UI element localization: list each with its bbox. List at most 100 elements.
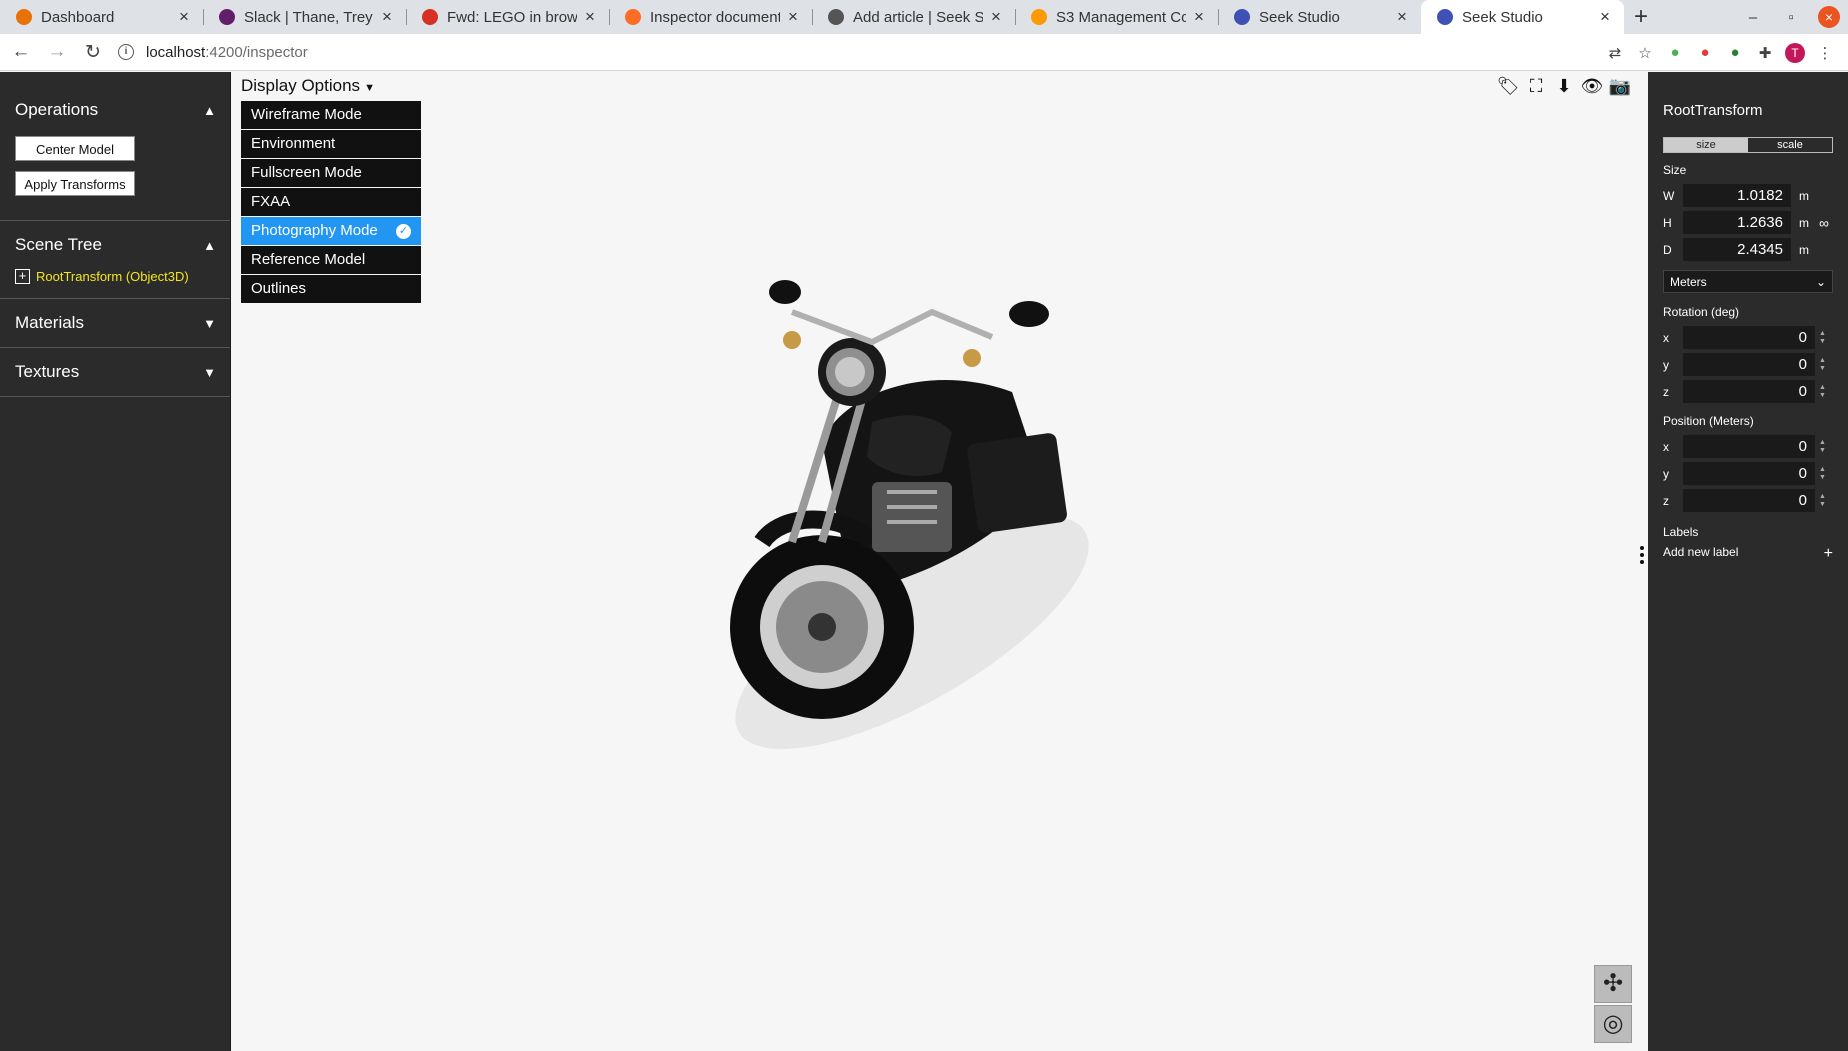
close-icon[interactable]: × bbox=[378, 7, 396, 27]
stepper-icon[interactable]: ▲ ▼ bbox=[1819, 439, 1829, 455]
menu-item-fullscreen[interactable]: Fullscreen Mode bbox=[241, 159, 421, 187]
rotation-y-row: y 0 ▲ ▼ bbox=[1663, 352, 1833, 377]
tab-dashboard[interactable]: Dashboard × bbox=[0, 0, 203, 34]
globe-icon[interactable]: ◎ bbox=[1594, 1005, 1632, 1043]
avatar[interactable]: T bbox=[1785, 42, 1805, 63]
new-tab-button[interactable]: + bbox=[1624, 0, 1658, 34]
rotation-label: Rotation (deg) bbox=[1663, 305, 1740, 319]
materials-header[interactable]: Materials ▼ bbox=[0, 299, 230, 347]
menu-item-wireframe[interactable]: Wireframe Mode bbox=[241, 101, 421, 129]
size-d-input[interactable]: 2.4345 bbox=[1683, 238, 1791, 261]
plus-icon[interactable]: + bbox=[1824, 545, 1833, 563]
maximize-icon[interactable]: ▫ bbox=[1772, 9, 1810, 26]
toggle-scale[interactable]: scale bbox=[1748, 138, 1832, 152]
download-icon[interactable]: ⬇ bbox=[1550, 76, 1578, 97]
link-icon[interactable]: ∞ bbox=[1819, 215, 1829, 231]
tab-add-article[interactable]: Add article | Seek Stu × bbox=[812, 0, 1015, 34]
menu-item-environment[interactable]: Environment bbox=[241, 130, 421, 158]
center-model-button[interactable]: Center Model bbox=[15, 136, 135, 161]
position-y-input[interactable]: 0 bbox=[1683, 462, 1815, 485]
rotation-y-input[interactable]: 0 bbox=[1683, 353, 1815, 376]
url-field[interactable]: i localhost:4200/inspector bbox=[118, 44, 308, 61]
close-icon[interactable]: × bbox=[1190, 7, 1208, 27]
position-x-input[interactable]: 0 bbox=[1683, 435, 1815, 458]
extensions-area: ⇄ ☆ ● ● ● ✚ T ⋮ bbox=[1600, 34, 1840, 71]
opera-ext-icon[interactable]: ● bbox=[1690, 44, 1720, 61]
size-d-row: D 2.4345 m bbox=[1663, 237, 1833, 262]
close-icon[interactable]: × bbox=[1393, 7, 1411, 27]
textures-header[interactable]: Textures ▼ bbox=[0, 348, 230, 396]
eye-icon[interactable]: 👁 bbox=[1578, 76, 1606, 97]
forward-icon[interactable]: → bbox=[42, 41, 72, 63]
chevron-down-icon: ▼ bbox=[203, 364, 216, 380]
panel-resize-handle[interactable] bbox=[1640, 546, 1644, 567]
close-icon[interactable]: × bbox=[987, 7, 1005, 27]
rotation-z-input[interactable]: 0 bbox=[1683, 380, 1815, 403]
close-icon[interactable]: × bbox=[581, 7, 599, 27]
scene-tree-header[interactable]: Scene Tree ▲ bbox=[0, 221, 230, 269]
tree-item-root[interactable]: + RootTransform (Object3D) bbox=[0, 269, 230, 298]
reload-icon[interactable]: ↻ bbox=[78, 41, 108, 64]
menu-dots-icon[interactable]: ⋮ bbox=[1810, 44, 1840, 62]
tab-slack[interactable]: Slack | Thane, Trey | S× bbox=[203, 0, 406, 34]
axes-icon[interactable]: ✣ bbox=[1594, 965, 1632, 1003]
tab-gmail[interactable]: Fwd: LEGO in browse× bbox=[406, 0, 609, 34]
back-icon[interactable]: ← bbox=[6, 41, 36, 63]
apply-transforms-button[interactable]: Apply Transforms bbox=[15, 171, 135, 196]
rotation-z-row: z 0 ▲ ▼ bbox=[1663, 379, 1833, 404]
close-icon[interactable]: × bbox=[784, 7, 802, 27]
color-ext-icon[interactable]: ● bbox=[1660, 44, 1690, 61]
toggle-size[interactable]: size bbox=[1664, 138, 1748, 152]
size-w-input[interactable]: 1.0182 bbox=[1683, 184, 1791, 207]
stepper-icon[interactable]: ▲ ▼ bbox=[1819, 493, 1829, 509]
info-icon[interactable]: i bbox=[118, 44, 134, 60]
textures-section: Textures ▼ bbox=[0, 348, 230, 397]
labels-label: Labels bbox=[1663, 525, 1699, 539]
size-scale-toggle: size scale bbox=[1663, 137, 1833, 153]
stepper-icon[interactable]: ▲ ▼ bbox=[1819, 384, 1829, 400]
viewport-toolbar: 🏷 ⛶ ⬇ 👁 📷 bbox=[1494, 76, 1634, 97]
rotation-x-input[interactable]: 0 bbox=[1683, 326, 1815, 349]
check-icon: ✓ bbox=[396, 223, 411, 239]
green-ext-icon[interactable]: ● bbox=[1720, 44, 1750, 61]
stepper-icon[interactable]: ▲ ▼ bbox=[1819, 466, 1829, 482]
menu-item-fxaa[interactable]: FXAA bbox=[241, 188, 421, 216]
size-h-input[interactable]: 1.2636 bbox=[1683, 211, 1791, 234]
seek-icon bbox=[1234, 9, 1250, 25]
3d-viewport[interactable]: Display Options ▼ Wireframe Mode Environm… bbox=[232, 72, 1648, 1051]
motorcycle-model[interactable] bbox=[672, 242, 1152, 802]
gmail-icon bbox=[422, 9, 438, 25]
position-y-row: y 0 ▲ ▼ bbox=[1663, 461, 1833, 486]
menu-item-outlines[interactable]: Outlines bbox=[241, 275, 421, 303]
minimize-icon[interactable]: – bbox=[1734, 9, 1772, 26]
slack-icon bbox=[219, 9, 235, 25]
chevron-up-icon: ▲ bbox=[203, 237, 216, 253]
tab-seek-studio[interactable]: Seek Studio × bbox=[1218, 0, 1421, 34]
tab-s3[interactable]: S3 Management Con × bbox=[1015, 0, 1218, 34]
menu-item-photography[interactable]: Photography Mode ✓ bbox=[241, 217, 421, 245]
window-close-icon[interactable]: × bbox=[1818, 6, 1840, 28]
stepper-icon[interactable]: ▲ ▼ bbox=[1819, 330, 1829, 346]
operations-header[interactable]: Operations ▲ bbox=[0, 86, 230, 134]
position-z-input[interactable]: 0 bbox=[1683, 489, 1815, 512]
chevron-up-icon: ▲ bbox=[203, 102, 216, 118]
size-h-row: H 1.2636 m ∞ bbox=[1663, 210, 1833, 235]
camera-icon[interactable]: 📷 bbox=[1606, 76, 1634, 97]
expand-icon[interactable]: + bbox=[15, 269, 30, 284]
tab-seek-studio-active[interactable]: Seek Studio × bbox=[1421, 0, 1624, 34]
frame-icon[interactable]: ⛶ bbox=[1522, 76, 1550, 97]
object-title: RootTransform bbox=[1663, 102, 1763, 119]
tags-icon[interactable]: 🏷 bbox=[1494, 76, 1522, 97]
star-icon[interactable]: ☆ bbox=[1630, 44, 1660, 62]
materials-section: Materials ▼ bbox=[0, 299, 230, 348]
unit-select[interactable]: Meters ⌄ bbox=[1663, 270, 1833, 293]
display-options-toggle[interactable]: Display Options ▼ bbox=[241, 76, 375, 96]
add-label-row[interactable]: Add new label + bbox=[1663, 545, 1833, 563]
tab-inspector-doc[interactable]: Inspector document × bbox=[609, 0, 812, 34]
translate-icon[interactable]: ⇄ bbox=[1600, 44, 1630, 62]
puzzle-icon[interactable]: ✚ bbox=[1750, 44, 1780, 62]
close-icon[interactable]: × bbox=[1596, 7, 1614, 27]
menu-item-reference[interactable]: Reference Model bbox=[241, 246, 421, 274]
stepper-icon[interactable]: ▲ ▼ bbox=[1819, 357, 1829, 373]
close-icon[interactable]: × bbox=[175, 7, 193, 27]
